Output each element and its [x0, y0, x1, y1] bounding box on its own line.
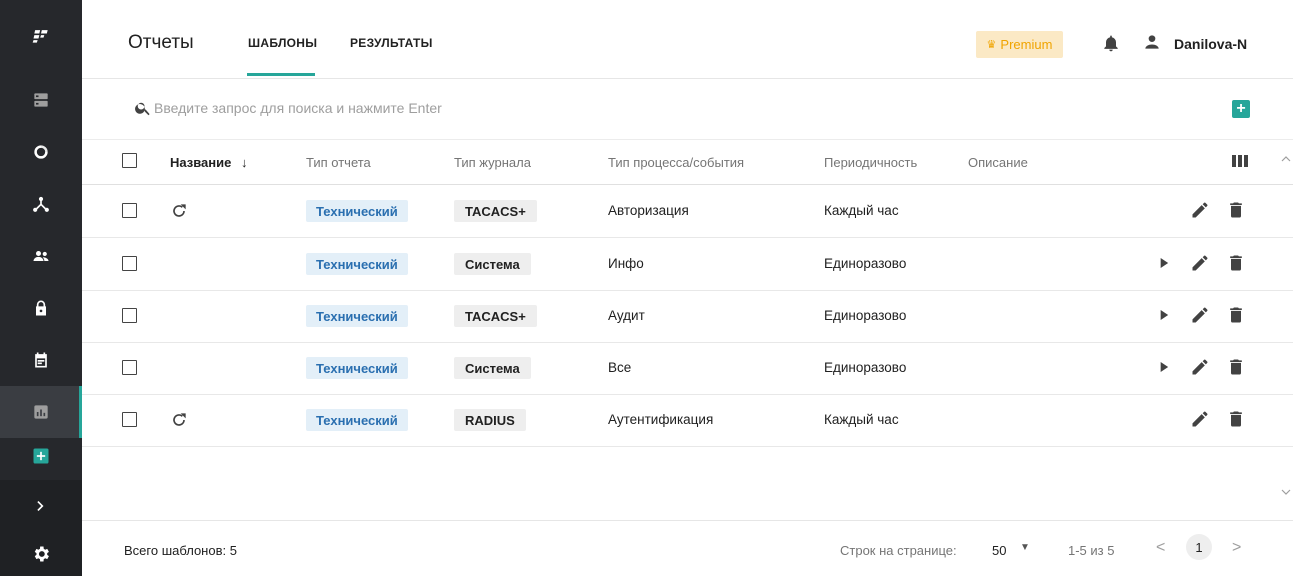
active-tab-indicator: [247, 73, 315, 76]
pagination-range: 1-5 из 5: [1068, 543, 1115, 558]
row-checkbox[interactable]: [122, 203, 137, 218]
process-cell: Авторизация: [608, 203, 689, 218]
log-type-chip: Система: [454, 253, 531, 275]
header: Отчеты ШАБЛОНЫ РЕЗУЛЬТАТЫ ♛ Premium Dani…: [82, 0, 1293, 79]
premium-label: Premium: [1000, 37, 1053, 52]
play-icon[interactable]: [1154, 305, 1174, 325]
period-cell: Единоразово: [824, 360, 907, 375]
select-all-checkbox[interactable]: [122, 153, 137, 168]
users-icon[interactable]: [0, 230, 82, 282]
settings-icon[interactable]: [0, 532, 82, 576]
add-icon[interactable]: [0, 430, 82, 482]
column-log-type-header[interactable]: Тип журнала: [454, 155, 531, 170]
sidebar: [0, 0, 82, 576]
process-cell: Аутентификация: [608, 412, 714, 427]
report-type-chip: Технический: [306, 253, 408, 275]
report-type-chip: Технический: [306, 200, 408, 222]
edit-icon[interactable]: [1190, 305, 1210, 325]
column-name-header[interactable]: Название ↓: [170, 155, 248, 170]
repeat-icon: [173, 204, 186, 217]
caret-down-icon[interactable]: ▼: [1020, 542, 1030, 553]
network-icon[interactable]: [0, 178, 82, 230]
edit-icon[interactable]: [1190, 409, 1210, 429]
table-row[interactable]: Технический TACACS+ Аудит Единоразово: [82, 290, 1293, 343]
total-templates: Всего шаблонов: 5: [124, 543, 237, 558]
delete-icon[interactable]: [1226, 253, 1246, 273]
username[interactable]: Danilova-N: [1174, 36, 1247, 52]
table-row[interactable]: Технический RADIUS Аутентификация Каждый…: [82, 394, 1293, 447]
column-name-label: Название: [170, 155, 232, 170]
row-checkbox[interactable]: [122, 412, 137, 427]
page-title: Отчеты: [128, 32, 194, 53]
process-cell: Аудит: [608, 308, 645, 323]
chevron-right-page-icon[interactable]: >: [1232, 539, 1241, 557]
search-bar: +: [82, 79, 1293, 140]
servers-icon[interactable]: [0, 74, 82, 126]
process-cell: Все: [608, 360, 632, 375]
tab-results[interactable]: РЕЗУЛЬТАТЫ: [350, 36, 433, 50]
period-cell: Единоразово: [824, 308, 907, 323]
column-report-type-header[interactable]: Тип отчета: [306, 155, 371, 170]
search-icon: [135, 102, 150, 116]
chevron-right-icon[interactable]: [0, 480, 82, 532]
premium-badge[interactable]: ♛ Premium: [976, 31, 1063, 58]
scroll-up-icon[interactable]: [1280, 153, 1292, 165]
column-description-header[interactable]: Описание: [968, 155, 1028, 170]
log-type-chip: Система: [454, 357, 531, 379]
page-number-button[interactable]: 1: [1186, 534, 1212, 560]
period-cell: Единоразово: [824, 256, 907, 271]
crown-icon: ♛: [986, 39, 997, 51]
period-cell: Каждый час: [824, 412, 899, 427]
calendar-icon[interactable]: [0, 334, 82, 386]
circle-icon[interactable]: [0, 126, 82, 178]
row-checkbox[interactable]: [122, 256, 137, 271]
delete-icon[interactable]: [1226, 305, 1246, 325]
tab-templates[interactable]: ШАБЛОНЫ: [248, 36, 317, 50]
table-row[interactable]: Технический Система Все Единоразово: [82, 342, 1293, 395]
add-template-button[interactable]: +: [1232, 100, 1250, 118]
table-row[interactable]: Технический Система Инфо Единоразово: [82, 238, 1293, 291]
columns-icon[interactable]: [1232, 155, 1248, 167]
play-icon[interactable]: [1154, 253, 1174, 273]
report-type-chip: Технический: [306, 409, 408, 431]
process-cell: Инфо: [608, 256, 644, 271]
rows-per-page-label: Строк на странице:: [840, 543, 957, 558]
column-period-header[interactable]: Периодичность: [824, 155, 917, 170]
lock-icon[interactable]: [0, 282, 82, 334]
log-type-chip: TACACS+: [454, 200, 537, 222]
delete-icon[interactable]: [1226, 357, 1246, 377]
period-cell: Каждый час: [824, 203, 899, 218]
search-input[interactable]: [154, 97, 654, 119]
report-type-chip: Технический: [306, 357, 408, 379]
play-icon[interactable]: [1154, 357, 1174, 377]
table-footer: Всего шаблонов: 5 Строк на странице: 50 …: [82, 520, 1293, 577]
edit-icon[interactable]: [1190, 253, 1210, 273]
delete-icon[interactable]: [1226, 200, 1246, 220]
report-type-chip: Технический: [306, 305, 408, 327]
edit-icon[interactable]: [1190, 200, 1210, 220]
logo-icon[interactable]: [0, 10, 82, 62]
sort-arrow-down-icon: ↓: [241, 155, 248, 170]
row-checkbox[interactable]: [122, 308, 137, 323]
column-process-header[interactable]: Тип процесса/события: [608, 155, 744, 170]
delete-icon[interactable]: [1226, 409, 1246, 429]
edit-icon[interactable]: [1190, 357, 1210, 377]
log-type-chip: RADIUS: [454, 409, 526, 431]
row-checkbox[interactable]: [122, 360, 137, 375]
log-type-chip: TACACS+: [454, 305, 537, 327]
table-row[interactable]: Технический TACACS+ Авторизация Каждый ч…: [82, 185, 1293, 238]
bell-icon[interactable]: [1101, 33, 1121, 53]
rows-per-page-select[interactable]: 50: [992, 543, 1006, 558]
repeat-icon: [173, 413, 186, 426]
user-icon[interactable]: [1142, 32, 1162, 52]
chevron-left-icon[interactable]: <: [1156, 539, 1165, 557]
scroll-down-icon[interactable]: [1280, 486, 1292, 498]
table-header: Название ↓ Тип отчета Тип журнала Тип пр…: [82, 140, 1293, 185]
